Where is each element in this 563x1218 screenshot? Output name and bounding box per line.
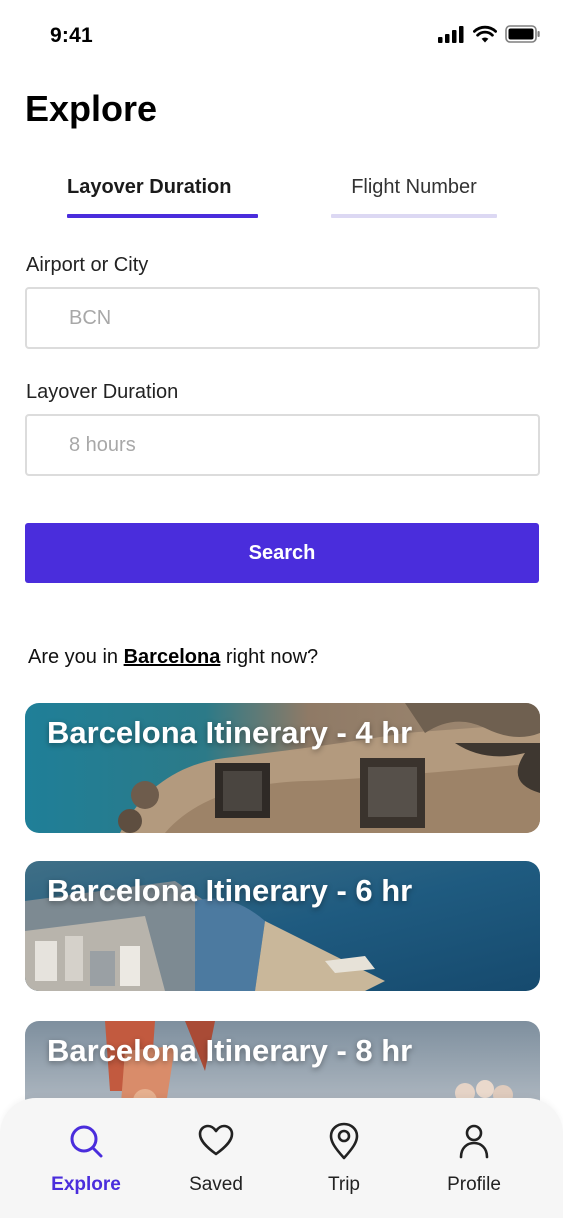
- card-title: Barcelona Itinerary - 4 hr: [47, 715, 413, 750]
- nav-label: Explore: [51, 1174, 121, 1195]
- duration-input[interactable]: [25, 414, 540, 476]
- status-bar: 9:41: [0, 0, 563, 72]
- mode-tabs: Layover Duration Flight Number: [0, 170, 563, 220]
- tab-layover-duration[interactable]: Layover Duration: [67, 170, 258, 218]
- page-title: Explore: [25, 88, 158, 129]
- location-prompt-prefix: Are you in: [28, 646, 124, 668]
- location-prompt: Are you in Barcelona right now?: [28, 646, 318, 669]
- airport-field-label: Airport or City: [26, 254, 149, 276]
- nav-item-trip[interactable]: Trip: [289, 1122, 399, 1196]
- card-title: Barcelona Itinerary - 8 hr: [47, 1033, 413, 1068]
- wifi-icon: [473, 25, 497, 43]
- status-time: 9:41: [50, 24, 93, 47]
- tab-active-indicator: [67, 214, 258, 218]
- nav-label: Profile: [447, 1174, 501, 1195]
- map-pin-icon: [329, 1122, 359, 1160]
- card-title: Barcelona Itinerary - 6 hr: [47, 873, 413, 908]
- nav-label: Saved: [189, 1174, 243, 1195]
- itinerary-card-4hr[interactable]: Barcelona Itinerary - 4 hr: [25, 703, 540, 833]
- nav-item-explore[interactable]: Explore: [31, 1122, 141, 1196]
- status-icons: [438, 25, 541, 43]
- itinerary-card-6hr[interactable]: Barcelona Itinerary - 6 hr: [25, 861, 540, 991]
- search-icon: [70, 1125, 103, 1158]
- airport-input[interactable]: [25, 287, 540, 349]
- nav-item-profile[interactable]: Profile: [419, 1122, 529, 1196]
- cellular-signal-icon: [438, 25, 464, 43]
- nav-label: Trip: [327, 1174, 361, 1195]
- battery-icon: [505, 25, 540, 43]
- tab-flight-number[interactable]: Flight Number: [331, 170, 497, 218]
- heart-icon: [198, 1124, 234, 1156]
- duration-field-label: Layover Duration: [26, 381, 179, 403]
- user-icon: [459, 1124, 489, 1159]
- bottom-navigation: Explore Saved Trip Profile: [0, 1098, 563, 1218]
- location-prompt-suffix: right now?: [220, 646, 319, 668]
- nav-item-saved[interactable]: Saved: [161, 1122, 271, 1196]
- tab-indicator: [331, 214, 497, 218]
- city-link[interactable]: Barcelona: [124, 646, 221, 668]
- search-button[interactable]: Search: [25, 523, 539, 583]
- tab-label: Flight Number: [351, 176, 477, 198]
- tab-label: Layover Duration: [67, 176, 232, 198]
